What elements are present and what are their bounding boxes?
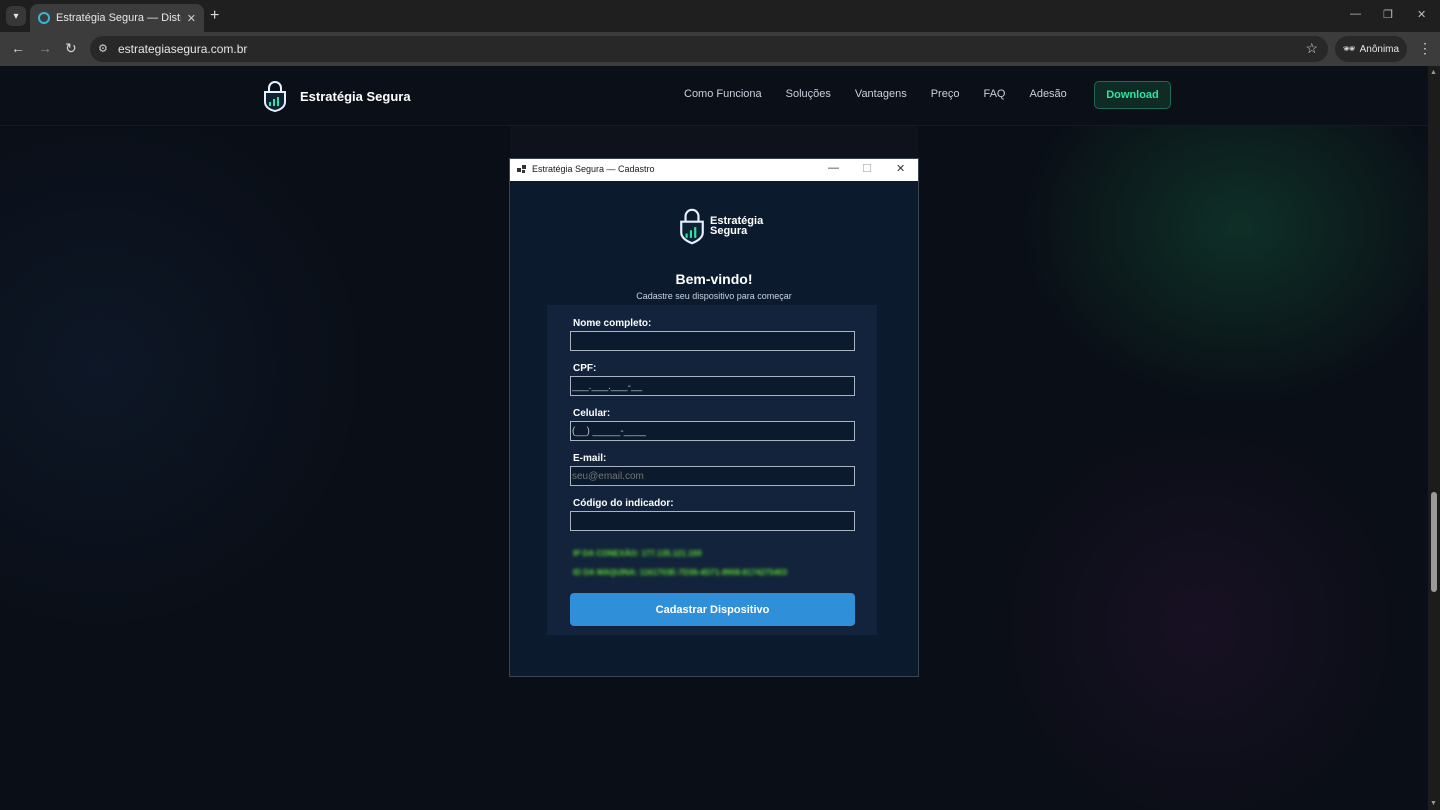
restore-icon[interactable]: ❐ [1383, 8, 1393, 21]
tab-search-icon[interactable]: ▾ [6, 6, 26, 26]
referral-code-label: Código do indicador: [573, 498, 674, 509]
phone-input[interactable] [570, 421, 855, 441]
incognito-label: Anônima [1359, 43, 1400, 55]
site-brand[interactable]: Estratégia Segura [262, 80, 411, 112]
bookmark-star-icon[interactable]: ☆ [1305, 40, 1318, 57]
connection-ip-text: IP DA CONEXÃO: 177.135.121.169 [573, 549, 702, 558]
new-tab-icon[interactable]: + [210, 6, 219, 26]
scroll-down-icon[interactable]: ▼ [1430, 800, 1437, 807]
referral-code-input[interactable] [570, 511, 855, 531]
dialog-title: Estratégia Segura — Cadastro [532, 164, 655, 174]
back-icon[interactable]: ← [11, 40, 25, 56]
page-scrollbar[interactable]: ▲ ▼ [1428, 66, 1440, 810]
site-header: Estratégia Segura Como Funciona Soluções… [0, 66, 1428, 126]
dialog-close-icon[interactable]: ✕ [896, 162, 905, 175]
reload-icon[interactable]: ↻ [65, 40, 77, 56]
registration-dialog: Estratégia Segura — Cadastro — ☐ ✕ Estra… [509, 158, 919, 677]
browser-tab[interactable]: Estratégia Segura — Distribuição ✕ [30, 4, 204, 32]
email-label: E-mail: [573, 453, 607, 464]
nav-preco[interactable]: Preço [931, 88, 960, 100]
incognito-badge[interactable]: 🕶 Anônima [1335, 36, 1407, 62]
shield-lock-logo-icon [264, 81, 286, 112]
machine-id-text: ID DA MÁQUINA: 1161703E-7D36-4D71-8908-8… [573, 568, 788, 577]
nav-adesao[interactable]: Adesão [1029, 88, 1066, 100]
incognito-icon: 🕶 [1342, 43, 1356, 55]
welcome-heading: Bem-vindo! [675, 271, 753, 287]
email-input[interactable] [570, 466, 855, 486]
nav-como-funciona[interactable]: Como Funciona [684, 88, 762, 100]
browser-toolbar: ← → ↻ ⚙ estrategiasegura.com.br ☆ 🕶 Anôn… [0, 32, 1440, 66]
forward-icon[interactable]: → [38, 40, 52, 56]
cpf-input[interactable] [570, 376, 855, 396]
scroll-thumb[interactable] [1431, 492, 1437, 592]
nav-solucoes[interactable]: Soluções [786, 88, 831, 100]
app-window-icon [517, 165, 526, 173]
brand-name: Estratégia Segura [300, 88, 411, 104]
logo-line-2: Segura [710, 225, 748, 237]
phone-label: Celular: [573, 408, 611, 419]
close-window-icon[interactable]: ✕ [1417, 8, 1426, 21]
nav-vantagens[interactable]: Vantagens [855, 88, 907, 100]
nav-faq[interactable]: FAQ [983, 88, 1005, 100]
close-tab-icon[interactable]: ✕ [187, 12, 196, 25]
url-text: estrategiasegura.com.br [118, 42, 248, 56]
scroll-up-icon[interactable]: ▲ [1430, 69, 1437, 76]
register-device-button[interactable]: Cadastrar Dispositivo [570, 593, 855, 626]
browser-tab-bar: ▾ Estratégia Segura — Distribuição ✕ + —… [0, 0, 1440, 32]
registration-form: Nome completo: CPF: Celular: E-mail: Cód… [547, 305, 877, 635]
browser-menu-icon[interactable]: ⋮ [1418, 40, 1432, 57]
dialog-maximize-icon[interactable]: ☐ [862, 162, 872, 175]
minimize-icon[interactable]: — [1350, 8, 1361, 20]
name-label: Nome completo: [573, 318, 652, 329]
shield-lock-logo-icon [680, 208, 704, 245]
site-settings-icon[interactable]: ⚙ [98, 42, 108, 55]
dialog-minimize-icon[interactable]: — [828, 162, 839, 174]
tab-title: Estratégia Segura — Distribuição [56, 12, 181, 24]
dialog-titlebar[interactable]: Estratégia Segura — Cadastro — ☐ ✕ [510, 159, 918, 181]
dialog-logo: Estratégia Segura [678, 207, 763, 245]
name-input[interactable] [570, 331, 855, 351]
welcome-subtitle: Cadastre seu dispositivo para começar [636, 291, 792, 301]
cpf-label: CPF: [573, 363, 597, 374]
address-bar[interactable]: ⚙ estrategiasegura.com.br ☆ [90, 36, 1328, 62]
download-button[interactable]: Download [1094, 81, 1171, 109]
site-favicon-icon [38, 12, 50, 24]
main-nav: Como Funciona Soluções Vantagens Preço F… [684, 88, 1067, 100]
